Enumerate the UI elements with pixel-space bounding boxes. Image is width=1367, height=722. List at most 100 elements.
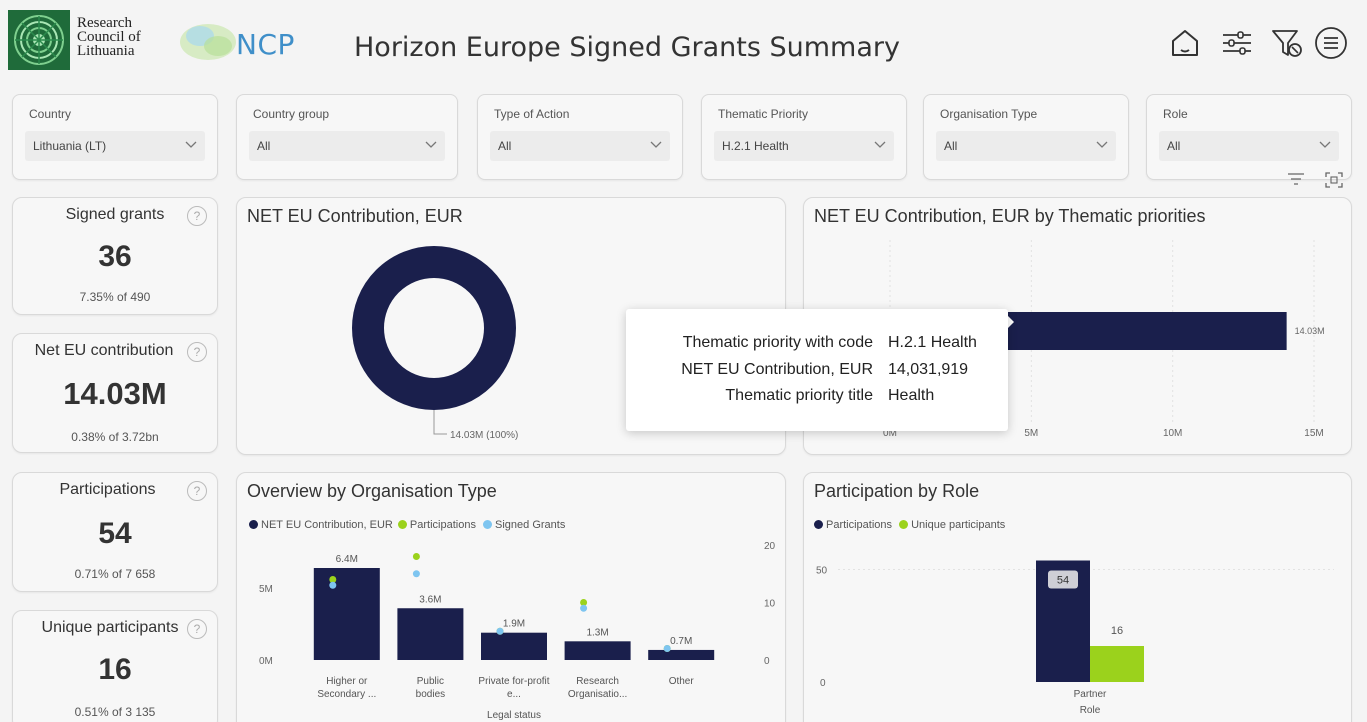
help-icon[interactable]: ?: [187, 206, 207, 226]
chevron-down-icon: [1096, 141, 1108, 148]
chevron-down-icon: [185, 141, 197, 148]
y-tick-right: 20: [764, 541, 776, 552]
y-tick-right: 10: [764, 599, 776, 610]
thematic-priority-select[interactable]: H.2.1 Health: [714, 131, 894, 161]
chevron-down-icon: [425, 141, 437, 148]
rcl-line-1: Research: [77, 15, 132, 31]
country-group-select[interactable]: All: [249, 131, 445, 161]
focus-mode-icon[interactable]: [1324, 171, 1344, 189]
kpi-value: 36: [98, 240, 132, 273]
signed-grants-marker: [329, 581, 337, 589]
thematic-data-label: 14.03M: [1295, 326, 1325, 336]
kpi-value: 14.03M: [63, 376, 167, 411]
kpi-label: Unique participants: [41, 619, 179, 636]
kpi-value: 16: [98, 653, 132, 686]
org-bar[interactable]: [481, 632, 547, 660]
donut-data-label: 14.03M (100%): [450, 430, 518, 441]
kpi-label: Net EU contribution: [34, 342, 174, 359]
unique-participants-bar[interactable]: [1090, 646, 1144, 682]
rcl-logo-text: Research Council of Lithuania: [77, 15, 141, 59]
bar-data-label: 1.3M: [586, 627, 608, 638]
home-icon[interactable]: [1168, 26, 1202, 60]
filter-role: Role All: [1146, 94, 1352, 180]
rcl-line-3: Lithuania: [77, 43, 135, 59]
x-tick-label: e...: [507, 689, 521, 700]
chevron-down-icon: [874, 141, 886, 148]
page-title: Horizon Europe Signed Grants Summary: [354, 32, 900, 63]
help-icon[interactable]: ?: [187, 619, 207, 639]
org-type-combo-chart[interactable]: 0M 5M 0 10 20 6.4M Higher or Secondary ... 3.6M P…: [237, 473, 787, 722]
signed-grants-marker: [580, 604, 588, 612]
filter-clear-icon[interactable]: [1270, 26, 1304, 60]
dashboard-page: Research Council of Lithuania NCP Horizo…: [0, 0, 1367, 722]
org-bar[interactable]: [648, 649, 715, 660]
chevron-down-icon: [1319, 141, 1331, 148]
role-value: All: [1167, 139, 1181, 153]
x-tick-label: 10M: [1163, 428, 1182, 439]
filter-organisation-type: Organisation Type All: [923, 94, 1129, 180]
kpi-value: 54: [98, 517, 132, 550]
y-tick-left: 0M: [259, 656, 273, 667]
bar-data-label: 3.6M: [419, 594, 441, 605]
role-bar-chart[interactable]: 0 50 54 16 Partner Role: [804, 473, 1353, 722]
kpi-label: Participations: [59, 481, 156, 498]
help-icon[interactable]: ?: [187, 342, 207, 362]
kpi-unique-participants: Unique participants ? 16 0.51% of 3 135: [12, 610, 218, 722]
type-of-action-select[interactable]: All: [490, 131, 670, 161]
signed-grants-marker: [412, 570, 420, 578]
donut-slice[interactable]: [352, 246, 516, 410]
bar-data-label: 1.9M: [503, 619, 525, 630]
filter-label: Country: [29, 107, 72, 121]
x-tick-label: Secondary ...: [317, 689, 376, 700]
bar-data-label: 54: [1057, 575, 1069, 587]
org-bar[interactable]: [313, 568, 380, 660]
tooltip-key: Thematic priority with code: [682, 334, 873, 351]
filter-label: Type of Action: [494, 107, 570, 121]
x-tick-label: Private for-profit: [478, 676, 549, 687]
x-tick-label: Partner: [1074, 689, 1107, 700]
filter-country-group: Country group All: [236, 94, 458, 180]
kpi-participations: Participations ? 54 0.71% of 7 658: [12, 472, 218, 592]
kpi-subtext: 0.38% of 3.72bn: [71, 430, 159, 444]
chevron-down-icon: [650, 141, 662, 148]
x-axis-title: Role: [1080, 705, 1101, 716]
tooltip-value: 14,031,919: [888, 361, 969, 378]
thematic-priority-value: H.2.1 Health: [722, 139, 789, 153]
x-axis-title: Legal status: [487, 710, 541, 721]
help-icon[interactable]: ?: [187, 481, 207, 501]
kpi-subtext: 0.71% of 7 658: [74, 567, 156, 581]
role-chart-card: Participation by Role Participations Uni…: [803, 472, 1352, 722]
kpi-subtext: 7.35% of 490: [79, 290, 151, 304]
participations-marker: [412, 553, 420, 560]
bar-data-label: 16: [1111, 625, 1123, 637]
filter-thematic-priority: Thematic Priority H.2.1 Health: [701, 94, 907, 180]
filter-label: Country group: [253, 107, 330, 121]
organisation-type-value: All: [944, 139, 958, 153]
kpi-signed-grants: Signed grants ? 36 7.35% of 490: [12, 197, 218, 315]
org-bar[interactable]: [397, 608, 464, 660]
signed-grants-marker: [496, 627, 504, 635]
country-group-value: All: [257, 139, 271, 153]
visual-filter-icon[interactable]: [1286, 171, 1306, 187]
filter-label: Thematic Priority: [718, 107, 809, 121]
x-tick-label: Organisatio...: [568, 689, 627, 700]
kpi-net-eu-contribution: Net EU contribution ? 14.03M 0.38% of 3.…: [12, 333, 218, 453]
org-bar[interactable]: [564, 641, 631, 660]
organisation-type-select[interactable]: All: [936, 131, 1116, 161]
role-select[interactable]: All: [1159, 131, 1339, 161]
sliders-icon[interactable]: [1220, 26, 1254, 60]
org-type-chart-card: Overview by Organisation Type NET EU Con…: [236, 472, 786, 722]
y-tick-label: 50: [816, 566, 828, 577]
ncp-label: NCP: [236, 28, 295, 61]
x-tick-label: Public: [417, 676, 444, 687]
country-select[interactable]: Lithuania (LT): [25, 131, 205, 161]
chart-tooltip: Thematic priority with code H.2.1 Health…: [626, 309, 1008, 431]
x-tick-label: Research: [576, 676, 619, 687]
filter-label: Organisation Type: [940, 107, 1038, 121]
tooltip-value: Health: [888, 387, 935, 404]
menu-icon[interactable]: [1314, 26, 1348, 60]
country-value: Lithuania (LT): [33, 139, 107, 153]
y-tick-right: 0: [764, 656, 770, 667]
tooltip-value: H.2.1 Health: [888, 334, 977, 351]
rcl-logo-icon: [8, 10, 70, 70]
